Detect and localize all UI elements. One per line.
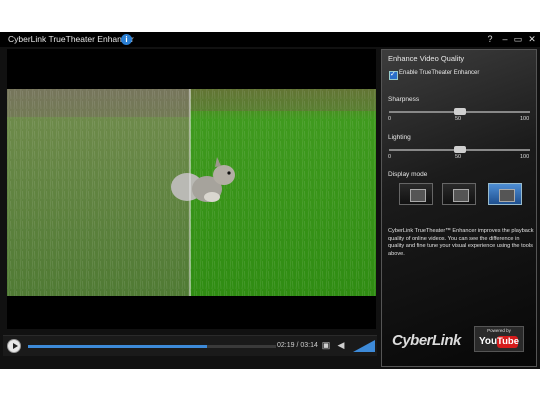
help-icon[interactable]: ? — [484, 32, 496, 47]
mode-original-button[interactable] — [399, 183, 433, 205]
sharpness-slider[interactable] — [389, 108, 530, 115]
video-player[interactable] — [7, 49, 376, 329]
original-mode-icon — [410, 189, 426, 202]
enable-checkbox[interactable] — [389, 70, 398, 80]
enable-label: Enable TrueTheater Enhancer — [399, 70, 480, 76]
panel-title: Enhance Video Quality — [388, 54, 465, 63]
seek-progress — [28, 345, 207, 348]
mode-enhanced-button[interactable] — [488, 183, 522, 205]
lighting-max: 100 — [520, 154, 530, 160]
mode-split-button[interactable] — [442, 183, 476, 205]
lighting-mid: 50 — [455, 154, 462, 160]
restore-button[interactable]: ▭ — [512, 32, 524, 47]
playback-controls: 02:19 / 03:14 ▣ ◀ — [3, 335, 377, 356]
close-button[interactable]: ✕ — [526, 32, 538, 47]
display-mode-label: Display mode — [388, 171, 428, 178]
lighting-slider[interactable] — [389, 146, 530, 153]
description-text: CyberLink TrueTheater™ Enhancer improves… — [388, 228, 534, 257]
play-button[interactable] — [7, 339, 21, 353]
volume-icon[interactable]: ◀ — [336, 340, 346, 350]
minimize-button[interactable]: – — [499, 32, 511, 47]
app-window: CyberLink TrueTheater Enhancer i ? – ▭ ✕ — [0, 32, 540, 369]
info-icon[interactable]: i — [121, 34, 132, 45]
title-bar: CyberLink TrueTheater Enhancer i ? – ▭ ✕ — [0, 32, 540, 47]
sharpness-max: 100 — [520, 116, 530, 122]
seek-bar[interactable] — [28, 345, 276, 348]
lighting-label: Lighting — [388, 134, 411, 141]
enhance-panel: Enhance Video Quality Enable TrueTheater… — [381, 49, 537, 367]
lighting-min: 0 — [388, 154, 392, 160]
timecode: 02:19 / 03:14 — [277, 342, 318, 349]
video-image — [7, 89, 376, 296]
display-mode-icon[interactable]: ▣ — [321, 340, 331, 350]
lighting-thumb[interactable] — [453, 146, 466, 153]
powered-by-label: Powered by — [487, 328, 511, 333]
sharpness-mid: 50 — [455, 116, 462, 122]
window-title: CyberLink TrueTheater Enhancer — [8, 34, 134, 44]
sharpness-label: Sharpness — [388, 96, 420, 103]
enhanced-mode-icon — [499, 189, 515, 202]
youtube-tube: Tube — [497, 336, 519, 348]
sharpness-thumb[interactable] — [453, 108, 466, 115]
cyberlink-logo: CyberLink — [392, 332, 461, 349]
video-frame[interactable] — [7, 89, 376, 296]
volume-slider[interactable] — [353, 340, 375, 352]
split-mode-icon — [453, 189, 469, 202]
sharpness-min: 0 — [388, 116, 392, 122]
youtube-you: You — [479, 336, 498, 347]
youtube-badge: Powered by You Tube — [474, 326, 524, 352]
